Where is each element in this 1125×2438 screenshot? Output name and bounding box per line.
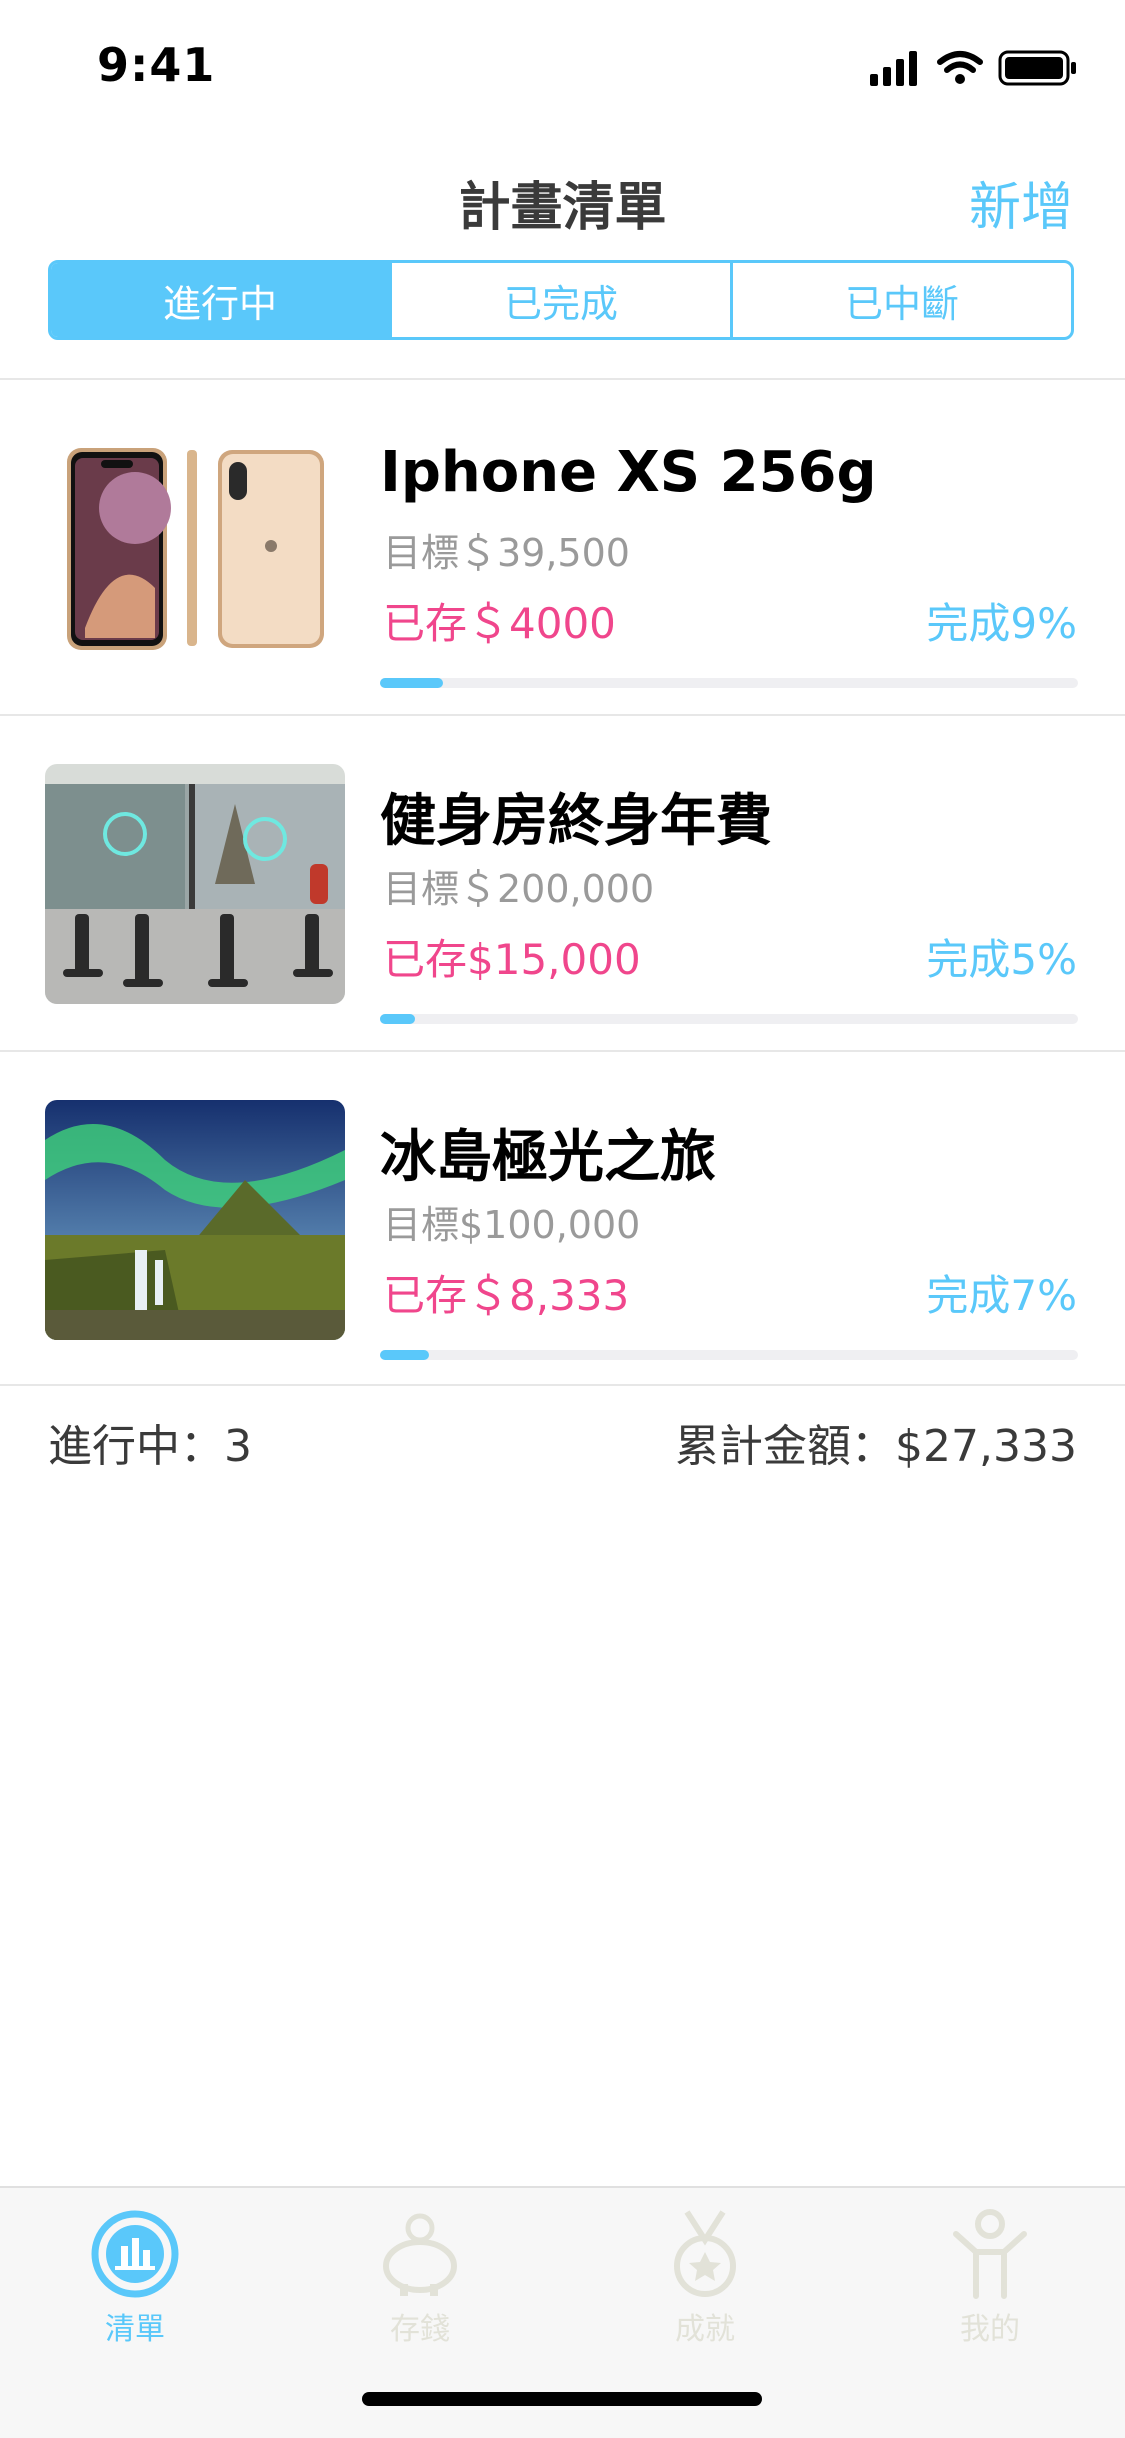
item-title: 冰島極光之旅 bbox=[380, 1125, 716, 1190]
progress-track bbox=[380, 678, 1078, 688]
person-icon bbox=[953, 2209, 1027, 2299]
tab-label: 清單 bbox=[105, 2312, 165, 2347]
item-target: 目標＄200,000 bbox=[383, 867, 655, 911]
status-icons bbox=[870, 48, 1080, 88]
plan-item-gym[interactable]: 健身房終身年費 目標＄200,000 已存$15,000 完成5% bbox=[0, 716, 1125, 1050]
segment-interrupted[interactable]: 已中斷 bbox=[730, 263, 1071, 337]
status-time: 9:41 bbox=[97, 38, 216, 92]
gym-bikes-photo bbox=[45, 764, 345, 1004]
tab-save[interactable]: 存錢 bbox=[340, 2206, 500, 2356]
item-target: 目標＄39,500 bbox=[383, 531, 630, 575]
item-title: 健身房終身年費 bbox=[380, 789, 772, 854]
tab-list[interactable]: 清單 bbox=[55, 2206, 215, 2356]
iphone-xs-photo bbox=[45, 428, 345, 668]
tab-label: 存錢 bbox=[390, 2312, 450, 2347]
tab-label: 我的 bbox=[960, 2312, 1020, 2347]
progress-track bbox=[380, 1014, 1078, 1024]
tab-label: 成就 bbox=[675, 2312, 735, 2347]
progress-fill bbox=[380, 1350, 429, 1360]
plan-item-iphone[interactable]: Iphone XS 256g 目標＄39,500 已存＄4000 完成9% bbox=[0, 380, 1125, 714]
item-percent: 完成5% bbox=[926, 935, 1077, 984]
divider bbox=[0, 1384, 1125, 1386]
status-segmented-control: 進行中 已完成 已中斷 bbox=[48, 260, 1074, 340]
item-saved: 已存＄8,333 bbox=[383, 1271, 630, 1320]
progress-track bbox=[380, 1350, 1078, 1360]
iceland-aurora-photo bbox=[45, 1100, 345, 1340]
progress-fill bbox=[380, 678, 443, 688]
piggy-bank-icon bbox=[383, 2213, 457, 2296]
list-chart-icon bbox=[91, 2210, 179, 2298]
item-percent: 完成7% bbox=[926, 1271, 1077, 1320]
item-title: Iphone XS 256g bbox=[380, 440, 877, 505]
page-title: 計畫清單 bbox=[458, 178, 667, 238]
item-saved: 已存＄4000 bbox=[383, 599, 616, 648]
segment-in-progress[interactable]: 進行中 bbox=[51, 263, 389, 337]
item-percent: 完成9% bbox=[926, 599, 1077, 648]
tab-me[interactable]: 我的 bbox=[910, 2206, 1070, 2356]
item-saved: 已存$15,000 bbox=[383, 935, 641, 984]
home-indicator bbox=[362, 2392, 762, 2406]
total-amount: 累計金額：$27,333 bbox=[675, 1421, 1077, 1472]
plan-item-iceland[interactable]: 冰島極光之旅 目標$100,000 已存＄8,333 完成7% bbox=[0, 1052, 1125, 1386]
medal-icon bbox=[674, 2210, 736, 2297]
progress-fill bbox=[380, 1014, 415, 1024]
segment-completed[interactable]: 已完成 bbox=[389, 263, 730, 337]
tab-achievement[interactable]: 成就 bbox=[625, 2206, 785, 2356]
add-button[interactable]: 新增 bbox=[969, 165, 1073, 240]
signal-wifi-battery-icon bbox=[870, 50, 1076, 86]
item-target: 目標$100,000 bbox=[383, 1203, 641, 1247]
active-count: 進行中：3 bbox=[48, 1421, 252, 1472]
status-bar: 9:41 bbox=[0, 0, 1125, 130]
